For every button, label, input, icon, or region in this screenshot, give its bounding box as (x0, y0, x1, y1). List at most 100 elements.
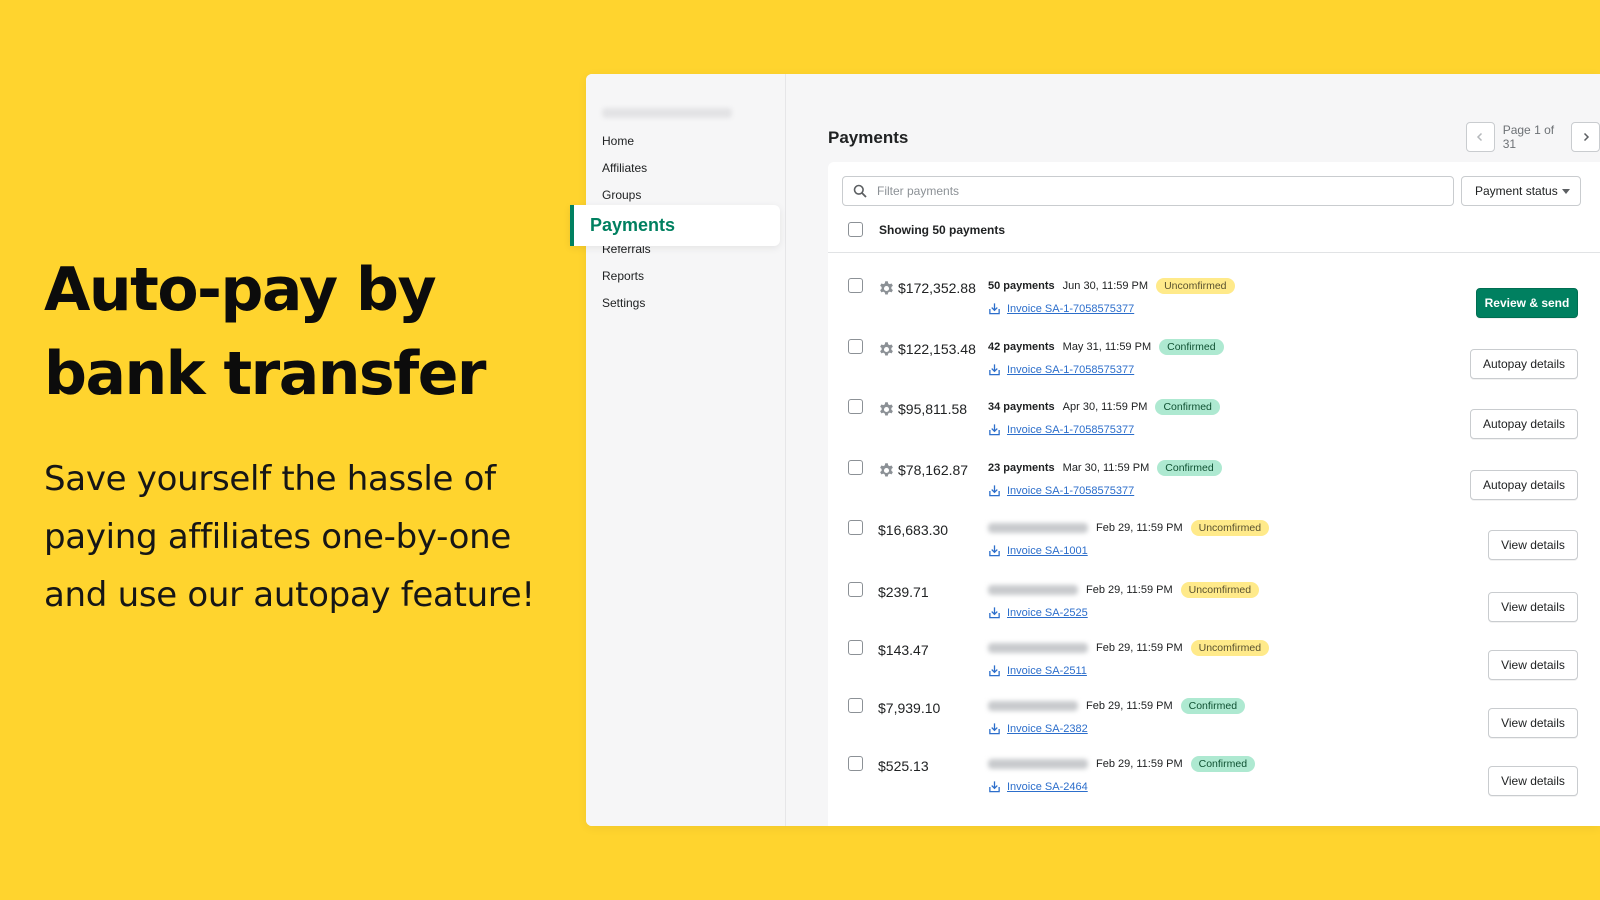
invoice-link[interactable]: Invoice SA-1-7058575377 (1007, 364, 1134, 376)
payment-count: 42 payments (988, 341, 1055, 353)
payment-amount: $16,683.30 (878, 522, 949, 538)
search-icon (853, 184, 867, 198)
payment-row: $239.71 Feb 29, 11:59 PM Uncomfirmed Inv… (828, 582, 1600, 632)
chevron-left-icon (1477, 132, 1483, 142)
autopay-details-button[interactable]: Autopay details (1470, 409, 1578, 439)
status-badge: Confirmed (1155, 399, 1220, 415)
row-checkbox[interactable] (848, 756, 863, 771)
payment-date: Feb 29, 11:59 PM (1096, 522, 1183, 534)
search-box (842, 176, 1454, 206)
payment-row: $122,153.48 42 payments May 31, 11:59 PM… (828, 339, 1600, 389)
invoice-link[interactable]: Invoice SA-1-7058575377 (1007, 485, 1134, 497)
download-icon[interactable] (988, 302, 1001, 315)
affiliate-name-blurred (988, 759, 1088, 769)
invoice-line: Invoice SA-2511 (988, 664, 1087, 677)
pager-next-button[interactable] (1571, 122, 1600, 152)
divider (828, 252, 1600, 253)
row-checkbox[interactable] (848, 278, 863, 293)
autopay-details-button[interactable]: Autopay details (1470, 470, 1578, 500)
payment-meta: 34 payments Apr 30, 11:59 PM Confirmed (988, 399, 1220, 415)
sidebar-item-payments[interactable]: Payments (570, 205, 780, 246)
gear-icon (878, 280, 895, 297)
sidebar-item-home[interactable]: Home (602, 134, 634, 148)
download-icon[interactable] (988, 544, 1001, 557)
sidebar-item-affiliates[interactable]: Affiliates (602, 161, 647, 175)
download-icon[interactable] (988, 722, 1001, 735)
hero-title-line2: bank transfer (44, 339, 487, 409)
payment-amount: $239.71 (878, 584, 929, 600)
invoice-line: Invoice SA-2525 (988, 606, 1088, 619)
affiliate-name-blurred (988, 523, 1088, 533)
search-input[interactable] (877, 184, 1437, 198)
download-icon[interactable] (988, 606, 1001, 619)
payment-count: 50 payments (988, 280, 1055, 292)
payment-status-filter[interactable]: Payment status (1461, 176, 1581, 206)
select-all-row: Showing 50 payments (848, 222, 1005, 237)
download-icon[interactable] (988, 363, 1001, 376)
payment-amount: $95,811.58 (898, 401, 968, 417)
invoice-line: Invoice SA-2382 (988, 722, 1088, 735)
invoice-link[interactable]: Invoice SA-2525 (1007, 607, 1088, 619)
payment-date: Feb 29, 11:59 PM (1096, 758, 1183, 770)
select-all-checkbox[interactable] (848, 222, 863, 237)
invoice-link[interactable]: Invoice SA-1-7058575377 (1007, 424, 1134, 436)
gear-icon (878, 401, 895, 418)
sidebar-item-label: Payments (590, 215, 676, 235)
row-checkbox[interactable] (848, 460, 863, 475)
showing-count: Showing 50 payments (879, 222, 1006, 237)
view-details-button[interactable]: View details (1488, 530, 1578, 560)
view-details-button[interactable]: View details (1488, 650, 1578, 680)
download-icon[interactable] (988, 423, 1001, 436)
payment-meta: Feb 29, 11:59 PM Confirmed (988, 756, 1256, 772)
status-badge: Confirmed (1180, 698, 1246, 714)
invoice-line: Invoice SA-1-7058575377 (988, 302, 1134, 315)
gear-icon (878, 462, 895, 479)
status-badge: Confirmed (1190, 756, 1256, 772)
gear-icon (878, 341, 895, 358)
download-icon[interactable] (988, 484, 1001, 497)
invoice-line: Invoice SA-2464 (988, 780, 1088, 793)
status-badge: Uncomfirmed (1190, 520, 1270, 536)
payment-date: Mar 30, 11:59 PM (1062, 462, 1150, 474)
payment-row: $7,939.10 Feb 29, 11:59 PM Confirmed Inv… (828, 698, 1600, 748)
invoice-link[interactable]: Invoice SA-1001 (1007, 545, 1088, 557)
invoice-link[interactable]: Invoice SA-1-7058575377 (1007, 303, 1134, 315)
download-icon[interactable] (988, 664, 1001, 677)
view-details-button[interactable]: View details (1488, 708, 1578, 738)
invoice-line: Invoice SA-1-7058575377 (988, 423, 1134, 436)
autopay-details-button[interactable]: Autopay details (1470, 349, 1578, 379)
payment-meta: Feb 29, 11:59 PM Uncomfirmed (988, 582, 1260, 598)
invoice-link[interactable]: Invoice SA-2464 (1007, 781, 1088, 793)
sidebar-item-reports[interactable]: Reports (602, 269, 644, 283)
payment-amount: $172,352.88 (898, 280, 976, 296)
row-checkbox[interactable] (848, 640, 863, 655)
payment-amount: $143.47 (878, 642, 929, 658)
invoice-link[interactable]: Invoice SA-2511 (1007, 665, 1087, 677)
invoice-link[interactable]: Invoice SA-2382 (1007, 723, 1088, 735)
review-send-button[interactable]: Review & send (1476, 288, 1578, 318)
status-badge: Confirmed (1157, 460, 1222, 476)
row-checkbox[interactable] (848, 399, 863, 414)
view-details-button[interactable]: View details (1488, 592, 1578, 622)
sidebar: Home Affiliates Groups Referrals Reports… (586, 74, 786, 826)
payment-row: $95,811.58 34 payments Apr 30, 11:59 PM … (828, 399, 1600, 449)
payment-meta: 42 payments May 31, 11:59 PM Confirmed (988, 339, 1224, 355)
row-checkbox[interactable] (848, 582, 863, 597)
sidebar-item-settings[interactable]: Settings (602, 296, 645, 310)
row-checkbox[interactable] (848, 339, 863, 354)
status-badge: Uncomfirmed (1190, 640, 1270, 656)
payment-date: Feb 29, 11:59 PM (1096, 642, 1183, 654)
payment-status-label: Payment status (1475, 184, 1558, 198)
row-checkbox[interactable] (848, 698, 863, 713)
affiliate-name-blurred (988, 701, 1078, 711)
status-badge: Confirmed (1159, 339, 1224, 355)
view-details-button[interactable]: View details (1488, 766, 1578, 796)
hero: Auto-pay by bank transfer Save yourself … (44, 248, 564, 624)
payment-row: $525.13 Feb 29, 11:59 PM Confirmed Invoi… (828, 756, 1600, 806)
row-checkbox[interactable] (848, 520, 863, 535)
sidebar-item-groups[interactable]: Groups (602, 188, 641, 202)
download-icon[interactable] (988, 780, 1001, 793)
status-badge: Uncomfirmed (1156, 278, 1235, 294)
pager-prev-button[interactable] (1466, 122, 1495, 152)
status-badge: Uncomfirmed (1180, 582, 1260, 598)
